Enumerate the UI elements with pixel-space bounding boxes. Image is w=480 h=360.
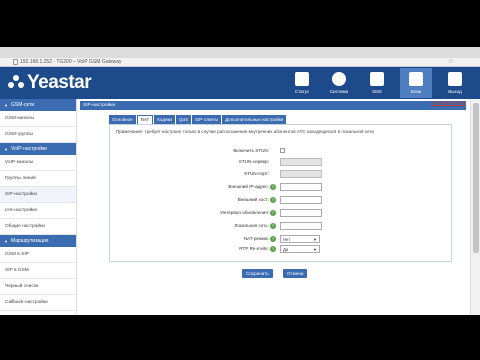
header-btn-logout[interactable]: Выход [439, 68, 471, 98]
tab-advanced[interactable]: Дополнительные настройки [222, 115, 287, 124]
field-label: Включить STUN: [233, 148, 269, 153]
stun-port-input[interactable] [280, 170, 322, 178]
field-label: RTP Re-invite: [239, 246, 269, 251]
sidebar-section-title: VoIP-настройки [10, 146, 47, 152]
tab-general[interactable]: Основное [109, 115, 136, 124]
header-btn-label: SMS [372, 89, 382, 94]
sidebar-item-line-groups[interactable]: Группы линий [0, 171, 76, 187]
yeastar-logo-icon [8, 75, 24, 91]
field-label: STUN-порт: [244, 171, 269, 176]
sidebar-section-voip[interactable]: ▼ VoIP-настройки [0, 143, 76, 155]
screen: 192.168.1.252 · TG200 – VoIP GSM Gateway… [0, 0, 480, 360]
sidebar-item-general-settings[interactable]: Общие настройки [0, 219, 76, 235]
header-btn-label: Статус [294, 89, 310, 94]
enable-stun-checkbox[interactable] [280, 148, 285, 153]
browser-tab-bar [0, 47, 480, 58]
app-header: Yeastar Статус Система SMS Блок Выход [0, 67, 480, 99]
sidebar: ▼ GSM-сети GSM-каналы GSM-группы ▼ VoIP-на… [0, 99, 77, 315]
dropdown-arrow-icon: ▼ [313, 247, 317, 252]
rtp-reinvite-select[interactable]: Да ▼ [280, 245, 320, 253]
triangle-down-icon: ▼ [4, 146, 8, 152]
header-btn-system[interactable]: Система [323, 68, 355, 98]
row-rtp-reinvite: RTP Re-invite: ? Да ▼ [110, 245, 453, 255]
dropdown-arrow-icon: ▼ [313, 237, 317, 242]
gear-icon [332, 72, 346, 86]
local-network-input[interactable] [280, 222, 322, 230]
sidebar-item-sip-settings[interactable]: SIP-настройки [0, 187, 76, 203]
field-label: STUN-сервер: [238, 159, 269, 164]
sidebar-item-voip-channels[interactable]: VoIP-каналы [0, 155, 76, 171]
nat-mode-value: Нет [283, 237, 291, 242]
address-url[interactable]: 192.168.1.252 · TG200 – VoIP GSM Gateway [20, 59, 122, 65]
row-enable-stun: Включить STUN: [110, 147, 453, 157]
external-host-input[interactable] [280, 196, 322, 204]
sidebar-item-gsm-groups[interactable]: GSM-группы [0, 127, 76, 143]
row-update-interval: Интервал обновления: ? [110, 209, 453, 219]
external-ip-input[interactable] [280, 183, 322, 191]
nat-mode-select[interactable]: Нет ▼ [280, 235, 320, 243]
help-icon[interactable]: ? [270, 236, 276, 242]
help-link[interactable]: Русский вопрос [431, 101, 466, 106]
save-button[interactable]: Сохранить [242, 269, 273, 278]
field-label: Локальная сеть: [234, 223, 269, 228]
tab-qos[interactable]: QoS [175, 115, 191, 124]
triangle-down-icon: ▼ [4, 238, 8, 244]
rtp-reinvite-value: Да [283, 247, 289, 252]
header-btn-block[interactable]: Блок [400, 68, 432, 98]
sidebar-item-iax-settings[interactable]: IAX-настройки [0, 203, 76, 219]
scrollbar-thumb[interactable] [473, 103, 479, 253]
row-stun-server: STUN-сервер: [110, 158, 453, 168]
sidebar-item-gsm-channels[interactable]: GSM-каналы [0, 111, 76, 127]
scrollbar[interactable] [470, 99, 480, 315]
row-nat-mode: NAT-режим: ? Нет ▼ [110, 235, 453, 245]
device-icon [409, 72, 423, 86]
help-icon[interactable]: ? [270, 210, 276, 216]
field-label: NAT-режим: [243, 236, 269, 241]
settings-tabs: Основное NAT Кодеки QoS SIP-ответы Допол… [109, 115, 287, 124]
row-external-ip: Внешний IP-адрес: ? [110, 183, 453, 193]
header-btn-label: Выход [448, 89, 462, 94]
cancel-button[interactable]: Отмена [283, 269, 308, 278]
sidebar-section-gsm[interactable]: ▼ GSM-сети [0, 99, 76, 111]
notice-text: Примечание: требует настроил только в сл… [116, 129, 374, 134]
sms-icon [370, 72, 384, 86]
page-title: SIP-настройки [80, 101, 466, 110]
tab-codecs[interactable]: Кодеки [154, 115, 175, 124]
chart-icon [295, 72, 309, 86]
header-btn-label: Система [329, 89, 349, 94]
lock-icon [13, 59, 18, 65]
help-icon[interactable]: ? [270, 197, 276, 203]
sidebar-item-sip-to-gsm[interactable]: SIP в GSM [0, 263, 76, 279]
main-content: SIP-настройки Русский вопрос Основное NA… [77, 99, 470, 315]
row-stun-port: STUN-порт: [110, 170, 453, 180]
header-btn-sms[interactable]: SMS [361, 68, 393, 98]
field-label: Внешний хост: [237, 197, 269, 202]
header-btn-label: Блок [410, 89, 422, 94]
row-external-host: Внешний хост: ? [110, 196, 453, 206]
sidebar-item-blacklist[interactable]: Черный список [0, 279, 76, 295]
help-icon[interactable]: ? [270, 184, 276, 190]
help-icon[interactable]: ? [270, 223, 276, 229]
logo-text: Yeastar [27, 72, 92, 93]
triangle-down-icon: ▼ [4, 102, 8, 108]
tab-nat[interactable]: NAT [136, 115, 154, 124]
row-local-network: Локальная сеть: ? [110, 222, 453, 232]
sidebar-item-gsm-to-sip[interactable]: GSM в SIP [0, 247, 76, 263]
logo: Yeastar [8, 72, 92, 94]
help-icon[interactable]: ? [270, 246, 276, 252]
sidebar-section-title: GSM-сети [10, 102, 35, 108]
field-label: Интервал обновления: [220, 210, 269, 215]
sidebar-item-callback[interactable]: Callback-настройки [0, 295, 76, 311]
bookmark-star-icon[interactable]: ☆ [448, 58, 453, 65]
sidebar-section-routing[interactable]: ▼ Маршрутизация [0, 235, 76, 247]
tab-sip-responses[interactable]: SIP-ответы [191, 115, 222, 124]
header-btn-status[interactable]: Статус [286, 68, 318, 98]
field-label: Внешний IP-адрес: [228, 184, 269, 189]
stun-server-input[interactable] [280, 158, 322, 166]
logout-icon [448, 72, 462, 86]
sidebar-section-title: Маршрутизация [10, 238, 49, 244]
browser-address-bar[interactable]: 192.168.1.252 · TG200 – VoIP GSM Gateway… [0, 58, 480, 67]
update-interval-input[interactable] [280, 209, 322, 217]
nat-settings-panel: Примечание: требует настроил только в сл… [109, 124, 452, 262]
